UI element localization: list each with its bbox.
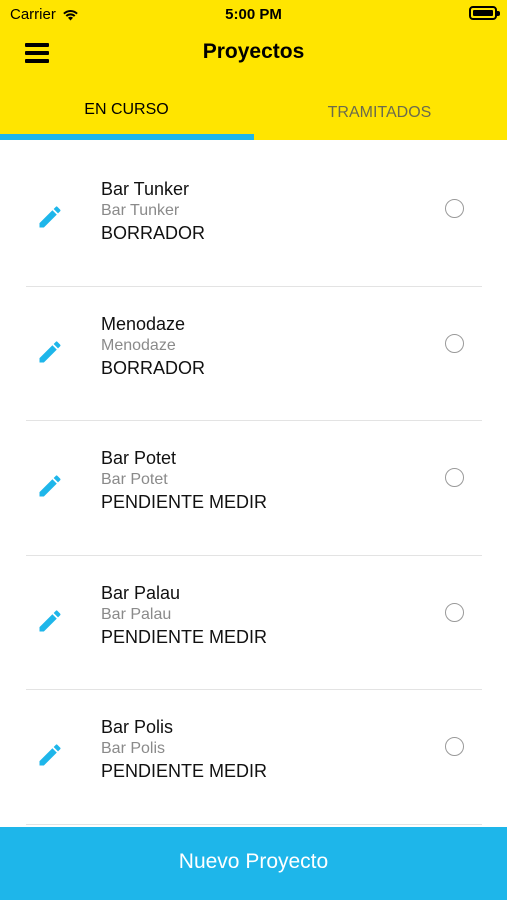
app-header: Carrier 5:00 PM Proyectos EN CURSO TRAMI… — [0, 0, 507, 140]
select-radio[interactable] — [445, 602, 464, 622]
project-row[interactable]: Menodaze Menodaze BORRADOR — [26, 287, 482, 421]
tab-en-curso[interactable]: EN CURSO — [0, 90, 253, 140]
status-bar: Carrier 5:00 PM — [0, 0, 507, 28]
tab-tramitados[interactable]: TRAMITADOS — [253, 90, 506, 140]
project-row[interactable]: Bar Potet Bar Potet PENDIENTE MEDIR — [26, 421, 482, 556]
project-list: Bar Tunker Bar Tunker BORRADOR Menodaze … — [26, 152, 482, 825]
project-row[interactable]: Bar Polis Bar Polis PENDIENTE MEDIR — [26, 690, 482, 825]
project-row[interactable]: Bar Palau Bar Palau PENDIENTE MEDIR — [26, 556, 482, 690]
pencil-edit-icon[interactable] — [36, 203, 64, 231]
project-row[interactable]: Bar Tunker Bar Tunker BORRADOR — [26, 152, 482, 287]
pencil-edit-icon[interactable] — [36, 472, 64, 500]
project-subtitle: Bar Polis — [101, 740, 166, 757]
project-title: Bar Palau — [101, 582, 181, 603]
project-info: Bar Palau Bar Palau PENDIENTE MEDIR — [101, 582, 267, 648]
project-title: Menodaze — [101, 313, 186, 334]
project-info: Bar Potet Bar Potet PENDIENTE MEDIR — [101, 447, 267, 513]
project-state: PENDIENTE MEDIR — [101, 492, 268, 512]
status-time: 5:00 PM — [225, 6, 282, 23]
pencil-edit-icon[interactable] — [36, 338, 64, 366]
select-radio[interactable] — [445, 199, 464, 218]
selected-tab-indicator — [0, 134, 254, 140]
project-subtitle: Menodaze — [101, 336, 176, 354]
project-info: Menodaze Menodaze BORRADOR — [101, 313, 205, 379]
project-info: Bar Polis Bar Polis PENDIENTE MEDIR — [101, 716, 267, 782]
page-title: Proyectos — [202, 40, 305, 63]
project-title: Bar Tunker — [101, 179, 190, 199]
select-radio[interactable] — [445, 468, 464, 487]
project-title: Bar Potet — [101, 448, 177, 468]
pencil-edit-icon[interactable] — [36, 607, 64, 635]
project-info: Bar Tunker Bar Tunker BORRADOR — [101, 178, 205, 244]
project-state: PENDIENTE MEDIR — [101, 761, 268, 781]
navigation-bar: Proyectos — [0, 28, 507, 78]
new-project-button[interactable]: Nuevo Proyecto — [0, 827, 507, 900]
battery-icon — [469, 6, 500, 20]
pencil-edit-icon[interactable] — [36, 741, 64, 769]
tab-bar: EN CURSO TRAMITADOS — [0, 90, 507, 140]
project-title: Bar Polis — [101, 717, 174, 737]
project-state: BORRADOR — [101, 357, 206, 378]
project-subtitle: Bar Palau — [101, 605, 172, 623]
project-subtitle: Bar Potet — [101, 471, 168, 488]
select-radio[interactable] — [445, 333, 464, 353]
project-subtitle: Bar Tunker — [101, 202, 180, 219]
project-state: BORRADOR — [101, 223, 206, 243]
project-state: PENDIENTE MEDIR — [101, 626, 268, 647]
select-radio[interactable] — [445, 737, 464, 756]
